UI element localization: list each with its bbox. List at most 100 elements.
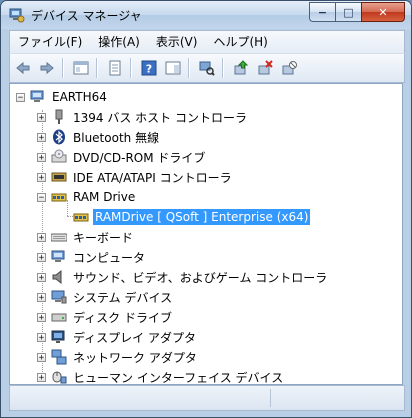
toolbar-separator [62,58,64,78]
menu-file[interactable]: ファイル(F) [10,31,90,53]
tree-node-hid[interactable]: + ヒューマン インターフェイス デバイス [37,368,285,385]
disable-button[interactable] [278,57,300,79]
device-manager-icon [9,8,25,23]
expand-toggle[interactable]: + [37,112,46,122]
tree-node-ramdrive-device[interactable]: RAMDrive [ QSoft ] Enterprise (x64) [73,208,311,226]
expand-toggle[interactable]: + [37,352,46,362]
properties-panel-icon [73,61,89,75]
system-device-icon [51,290,67,304]
tree-node-label: 1394 バス ホスト コントローラ [73,110,247,125]
scan-hardware-icon [199,61,215,76]
tree-node-label: ヒューマン インターフェイス デバイス [73,370,284,385]
expand-toggle[interactable]: + [37,332,46,342]
ide-controller-icon [51,172,67,182]
status-bar [9,385,405,411]
maximize-button[interactable]: □ [335,2,361,22]
keyboard-icon [51,233,67,242]
window-title: デバイス マネージャ [31,9,142,23]
cdrom-drive-icon [51,149,67,163]
help-icon: ? [141,60,157,76]
tree-node-ide[interactable]: + IDE ATA/ATAPI コントローラ [37,168,234,186]
tree-node-computer[interactable]: + コンピュータ [37,248,147,266]
scan-hardware-button[interactable] [196,57,218,79]
tree-node-label: ネットワーク アダプタ [73,350,197,365]
network-adapter-icon [51,349,67,365]
tree-node-label: サウンド、ビデオ、およびゲーム コントローラ [73,270,328,285]
menu-bar: ファイル(F) 操作(A) 表示(V) ヘルプ(H) [9,30,405,53]
device-tree[interactable]: − EARTH64 + 1394 バス ホスト コントローラ + Bluetoo… [9,83,403,385]
expand-toggle[interactable]: + [37,152,46,162]
tree-node-dvd[interactable]: + DVD/CD-ROM ドライブ [37,148,207,166]
toolbar-separator [96,58,98,78]
help-button[interactable]: ? [138,57,160,79]
tree-node-keyboard[interactable]: + キーボード [37,228,135,246]
back-icon [16,61,30,75]
title-bar[interactable]: デバイス マネージャ − □ ✕ [1,1,411,29]
expand-toggle[interactable]: + [37,272,46,282]
forward-button[interactable] [36,57,58,79]
tree-node-network[interactable]: + ネットワーク アダプタ [37,348,199,366]
device-manager-window: デバイス マネージャ − □ ✕ ファイル(F) 操作(A) 表示(V) ヘルプ… [0,0,412,418]
tree-node-bluetooth[interactable]: + Bluetooth 無線 [37,128,161,146]
tree-node-label: システム デバイス [73,290,173,305]
uninstall-icon [258,60,273,75]
tree-node-sound[interactable]: + サウンド、ビデオ、およびゲーム コントローラ [37,268,329,286]
tree-node-ram-drive[interactable]: − RAM Drive [37,188,137,206]
toolbar-separator [222,58,224,78]
expand-toggle[interactable]: + [37,232,46,242]
tree-node-1394[interactable]: + 1394 バス ホスト コントローラ [37,108,249,126]
show-hide-console-tree-button[interactable] [70,57,92,79]
computer-icon [51,250,65,262]
expand-toggle[interactable]: + [37,172,46,182]
expand-toggle[interactable]: + [37,252,46,262]
back-button[interactable] [12,57,34,79]
minimize-button[interactable]: − [309,2,335,22]
expand-toggle[interactable]: + [37,132,46,142]
tree-node-label: IDE ATA/ATAPI コントローラ [73,170,232,185]
tree-node-label: ディスプレイ アダプタ [73,330,196,345]
expand-toggle[interactable]: + [37,372,46,382]
computer-icon [30,90,44,102]
tree-node-display[interactable]: + ディスプレイ アダプタ [37,328,198,346]
disk-drive-icon [51,313,67,322]
update-driver-icon [234,60,249,75]
collapse-toggle[interactable]: − [37,192,46,202]
tree-node-label: キーボード [73,230,134,245]
expand-toggle[interactable]: + [37,292,46,302]
console-tree-icon [165,61,181,75]
status-separator [270,389,271,407]
close-button[interactable]: ✕ [361,2,405,22]
collapse-toggle[interactable]: − [16,92,25,102]
action-pane-button[interactable] [162,57,184,79]
hid-icon [52,371,67,384]
tree-node-system[interactable]: + システム デバイス [37,288,174,306]
ram-drive-icon [73,213,89,222]
tree-node-disk[interactable]: + ディスク ドライブ [37,308,174,326]
tree-node-label: ディスク ドライブ [73,310,172,325]
toolbar-separator [188,58,190,78]
tree-root-label: EARTH64 [52,90,107,104]
bluetooth-icon [53,129,65,145]
tree-node-label: Bluetooth 無線 [73,130,160,145]
properties-button[interactable] [104,57,126,79]
speaker-icon [52,269,62,285]
display-adapter-icon [51,330,65,343]
window-controls: − □ ✕ [309,2,405,22]
disable-icon [282,61,297,75]
toolbar: ? [9,53,405,83]
menu-view[interactable]: 表示(V) [148,31,206,53]
tree-node-label: コンピュータ [73,250,146,265]
expand-toggle[interactable]: + [37,312,46,322]
toolbar-separator [130,58,132,78]
document-icon [109,60,121,76]
ram-drive-icon [51,193,67,202]
menu-help[interactable]: ヘルプ(H) [205,31,275,53]
forward-icon [40,61,54,75]
menu-action[interactable]: 操作(A) [90,31,148,53]
uninstall-button[interactable] [254,57,276,79]
update-driver-button[interactable] [230,57,252,79]
tree-node-label-selected: RAMDrive [ QSoft ] Enterprise (x64) [93,209,311,225]
tree-root[interactable]: − EARTH64 [16,88,109,106]
bus-controller-icon [55,109,63,124]
svg-text:?: ? [146,63,152,76]
